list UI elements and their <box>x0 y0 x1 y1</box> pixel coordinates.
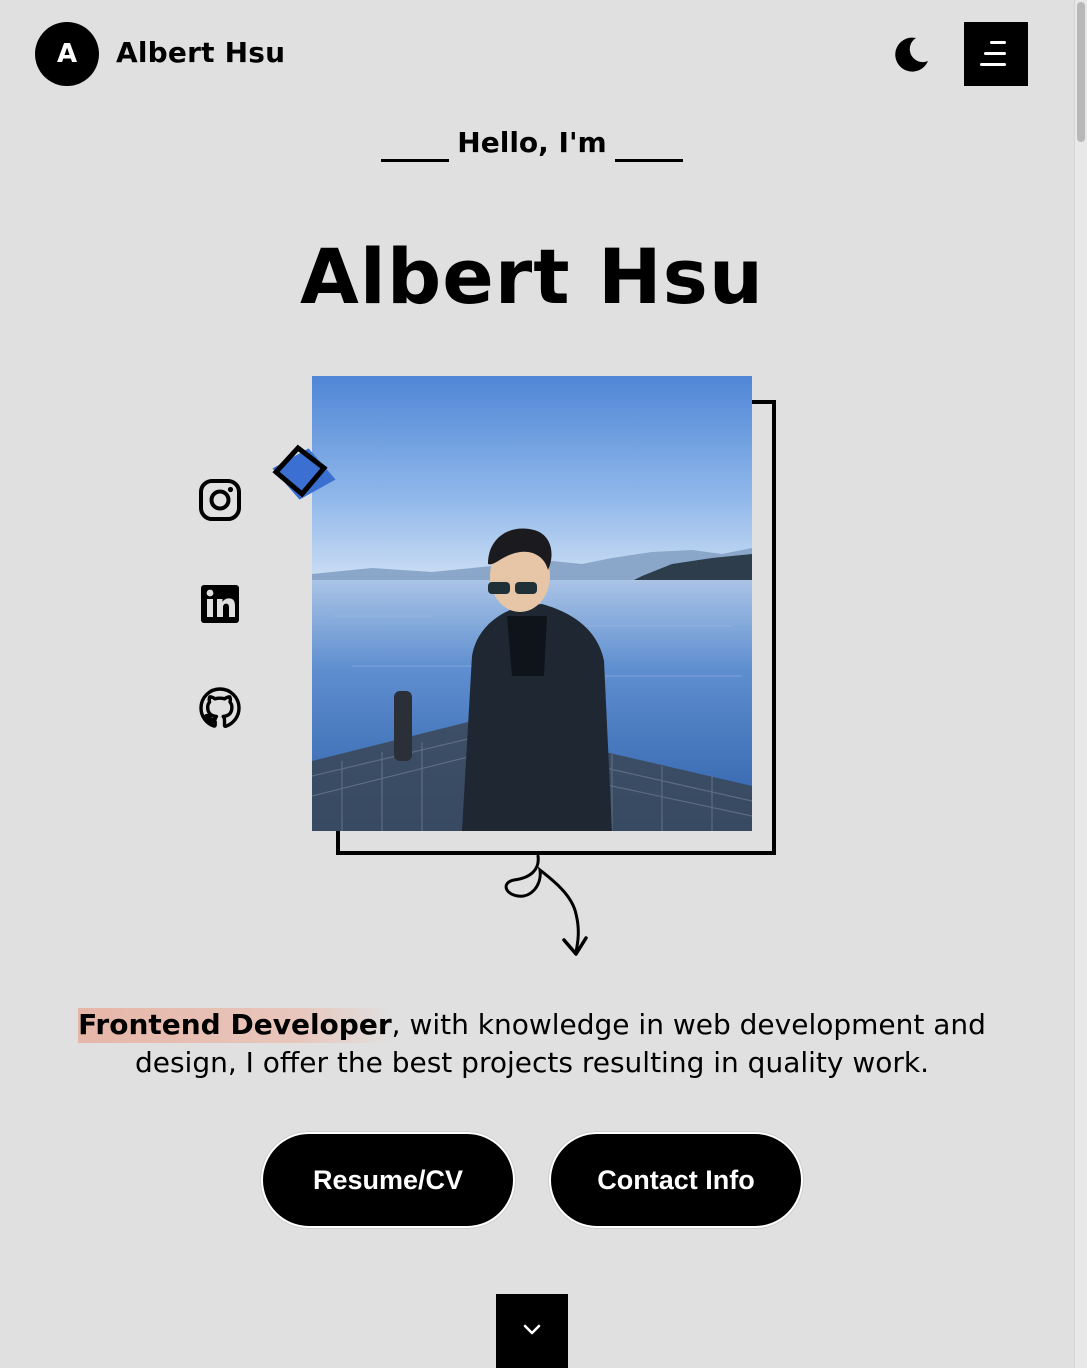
curly-arrow-icon <box>504 854 588 956</box>
github-icon <box>199 687 241 729</box>
logo-avatar[interactable]: A <box>35 22 99 86</box>
scrollbar-thumb[interactable] <box>1077 2 1085 142</box>
moon-icon <box>895 37 928 72</box>
contact-info-button[interactable]: Contact Info <box>549 1132 803 1228</box>
scroll-down-button[interactable] <box>496 1294 568 1368</box>
linkedin-icon <box>201 585 239 623</box>
linkedin-link[interactable] <box>198 582 242 626</box>
hero-name: Albert Hsu <box>299 232 765 321</box>
menu-button[interactable] <box>964 22 1028 86</box>
tagline: Frontend Developer, with knowledge in we… <box>40 1006 1024 1082</box>
logo-letter: A <box>56 39 78 69</box>
tagline-highlight: Frontend Developer <box>78 1008 392 1043</box>
logo-name[interactable]: Albert Hsu <box>116 36 285 69</box>
theme-toggle-button[interactable] <box>890 33 932 75</box>
greeting: Hello, I'm <box>0 126 1064 162</box>
instagram-icon <box>199 479 241 521</box>
profile-photo-illustration <box>312 376 752 831</box>
scrollbar[interactable] <box>1074 0 1087 1368</box>
github-link[interactable] <box>198 686 242 730</box>
page: A Albert Hsu Hello, I'm Albert Hsu Front… <box>0 0 1087 1368</box>
greeting-line-left <box>381 159 450 162</box>
profile-photo <box>312 376 752 831</box>
resume-button[interactable]: Resume/CV <box>261 1132 515 1228</box>
greeting-line-right <box>614 159 683 162</box>
chevron-down-icon <box>523 1324 541 1335</box>
decorative-diamond-icon <box>272 444 336 500</box>
greeting-text: Hello, I'm <box>457 126 607 159</box>
instagram-link[interactable] <box>198 478 242 522</box>
